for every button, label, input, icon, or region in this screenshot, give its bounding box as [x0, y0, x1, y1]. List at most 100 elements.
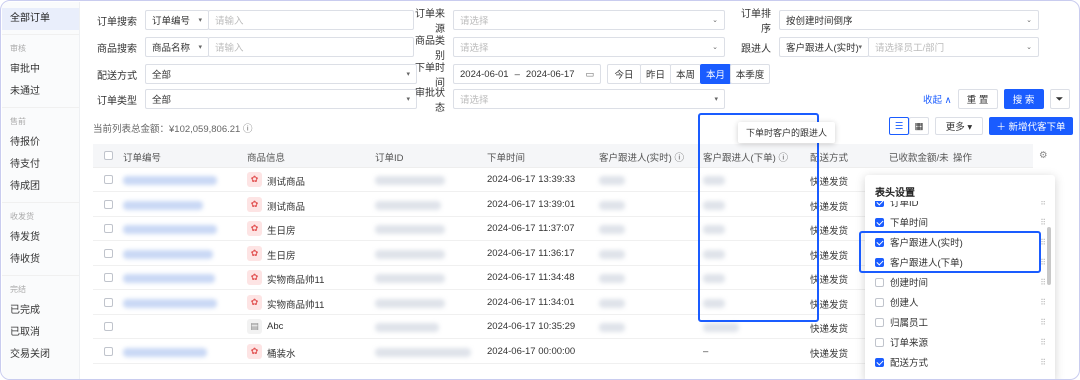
chevron-down-icon: ▾: [198, 17, 202, 24]
column-checkbox[interactable]: [875, 297, 884, 307]
follower-type-select[interactable]: 客户跟进人(实时) ▾: [779, 37, 869, 57]
delivery-method: 快递发货: [810, 348, 849, 360]
sidebar-item-pending-receipt[interactable]: 待收货: [2, 249, 79, 271]
more-button[interactable]: 更多 ▾: [935, 117, 983, 135]
row-checkbox[interactable]: [104, 224, 113, 233]
follower-realtime: [599, 200, 625, 210]
sidebar-item-cancelled[interactable]: 已取消: [2, 322, 79, 344]
product-search-type-select[interactable]: 商品名称 ▾: [145, 37, 209, 57]
app-frame: 全部订单 审核 审批中 未通过 售前 待报价 待支付 待成团 收发货 待发货 待…: [0, 0, 1080, 380]
filter-row: 下单时间 2024-06-01 – 2024-06-17 ▭ 今日 昨日 本周 …: [411, 63, 770, 89]
order-source-select[interactable]: 请选择 ⌄: [453, 10, 725, 30]
gear-icon[interactable]: ⚙: [1039, 150, 1048, 161]
list-view-icon[interactable]: ☰: [889, 117, 909, 135]
column-setting-label: 下单时间: [890, 218, 929, 229]
column-checkbox[interactable]: [875, 217, 884, 227]
column-checkbox[interactable]: [875, 201, 884, 207]
order-number[interactable]: [123, 200, 203, 210]
column-checkbox[interactable]: [875, 337, 884, 347]
select-all-checkbox[interactable]: [104, 151, 113, 160]
column-setting-item[interactable]: 下单时间 ⠿: [875, 213, 1045, 231]
date-range-picker[interactable]: 2024-06-01 – 2024-06-17 ▭: [453, 64, 601, 84]
order-time: 2024-06-17 11:34:48: [487, 272, 575, 283]
order-number[interactable]: [123, 249, 213, 259]
order-number[interactable]: [123, 225, 217, 234]
order-time: 2024-06-17 00:00:00: [487, 345, 576, 357]
column-checkbox[interactable]: [875, 357, 884, 367]
delivery-select[interactable]: 全部 ▾: [145, 64, 417, 84]
quick-date-month[interactable]: 本月: [700, 64, 731, 84]
drag-handle-icon[interactable]: ⠿: [1040, 298, 1045, 307]
row-checkbox[interactable]: [104, 175, 113, 184]
order-type-select[interactable]: 全部 ▾: [145, 89, 417, 109]
product-search-label: 商品搜索: [97, 43, 137, 55]
column-setting-item[interactable]: 归属员工 ⠿: [875, 313, 1045, 331]
column-setting-item[interactable]: 创建时间 ⠿: [875, 273, 1045, 291]
approval-label: 审批状态: [415, 88, 445, 114]
search-button[interactable]: 搜 索: [1003, 89, 1044, 109]
sidebar-item-completed[interactable]: 已完成: [2, 300, 79, 322]
column-setting-item[interactable]: 配送方式 ⠿: [875, 353, 1045, 371]
column-setting-label: 创建人: [890, 298, 919, 309]
drag-handle-icon[interactable]: ⠿: [1040, 278, 1045, 287]
order-number[interactable]: [123, 298, 217, 308]
row-checkbox[interactable]: [104, 199, 113, 209]
order-time: 2024-06-17 11:36:17: [487, 247, 575, 259]
row-checkbox[interactable]: [104, 273, 113, 282]
order-search-type-select[interactable]: 订单编号 ▾: [145, 10, 209, 30]
quick-date-week[interactable]: 本周: [670, 64, 701, 84]
filter-row: 订单来源 请选择 ⌄: [411, 9, 725, 35]
column-setting-label: 配送方式: [890, 358, 929, 369]
row-checkbox[interactable]: [104, 248, 113, 258]
follower-select[interactable]: 请选择员工/部门 ⌄: [868, 37, 1039, 57]
column-setting-item[interactable]: 订单ID ⠿: [875, 201, 1045, 211]
quick-date-yesterday[interactable]: 昨日: [640, 64, 671, 84]
sidebar-item-pending-approval[interactable]: 审批中: [2, 59, 79, 81]
quick-date-today[interactable]: 今日: [607, 64, 641, 84]
column-checkbox[interactable]: [875, 317, 884, 327]
row-checkbox[interactable]: [104, 346, 113, 356]
order-id: [375, 323, 439, 332]
drag-handle-icon[interactable]: ⠿: [1040, 338, 1045, 347]
collapse-link[interactable]: 收起 ∧: [923, 92, 952, 106]
follower-realtime: [599, 249, 625, 259]
row-checkbox[interactable]: [104, 322, 113, 331]
sidebar-item-rejected[interactable]: 未通过: [2, 81, 79, 103]
quick-date-quarter[interactable]: 本季度: [730, 64, 770, 84]
column-setting-item[interactable]: 订单来源 ⠿: [875, 333, 1045, 351]
drag-handle-icon[interactable]: ⠿: [1040, 318, 1045, 327]
reset-button[interactable]: 重 置: [957, 89, 998, 109]
sidebar-item-pending-group[interactable]: 待成团: [2, 176, 79, 198]
drag-handle-icon[interactable]: ⠿: [1040, 201, 1045, 207]
order-search-input[interactable]: 请输入: [208, 10, 414, 30]
product-category-select[interactable]: 请选择 ⌄: [453, 37, 725, 57]
order-id: [375, 200, 441, 210]
sidebar-item-all-orders[interactable]: 全部订单: [2, 8, 79, 30]
filter-icon[interactable]: ⏷: [1049, 89, 1070, 109]
sidebar-item-closed[interactable]: 交易关闭: [2, 344, 79, 366]
approval-select[interactable]: 请选择 ▾: [453, 89, 725, 109]
sidebar-item-pending-quote[interactable]: 待报价: [2, 132, 79, 154]
sidebar-item-pending-shipment[interactable]: 待发货: [2, 227, 79, 249]
drag-handle-icon[interactable]: ⠿: [1040, 218, 1045, 227]
order-time: 2024-06-17 13:39:01: [487, 198, 576, 210]
order-sort-select[interactable]: 按创建时间倒序 ⌄: [779, 10, 1039, 30]
sidebar-item-pending-payment[interactable]: 待支付: [2, 154, 79, 176]
column-setting-item[interactable]: 创建人 ⠿: [875, 293, 1045, 311]
product-name: 生日房: [267, 250, 296, 262]
row-checkbox[interactable]: [104, 297, 113, 307]
order-number[interactable]: [123, 176, 217, 185]
drag-handle-icon[interactable]: ⠿: [1040, 358, 1045, 367]
divider: [2, 275, 79, 276]
chevron-down-icon: ⌄: [712, 17, 718, 24]
settings-highlight: [859, 231, 1041, 273]
order-time: 2024-06-17 10:35:29: [487, 321, 576, 332]
column-checkbox[interactable]: [875, 277, 884, 287]
order-number[interactable]: [123, 274, 215, 283]
scrollbar[interactable]: [1047, 227, 1051, 285]
grid-view-icon[interactable]: ▦: [909, 117, 929, 135]
order-number[interactable]: [123, 347, 207, 357]
divider: [2, 202, 79, 203]
product-search-input[interactable]: 请输入: [208, 37, 414, 57]
new-order-button[interactable]: ＋ 新增代客下单: [989, 117, 1073, 135]
